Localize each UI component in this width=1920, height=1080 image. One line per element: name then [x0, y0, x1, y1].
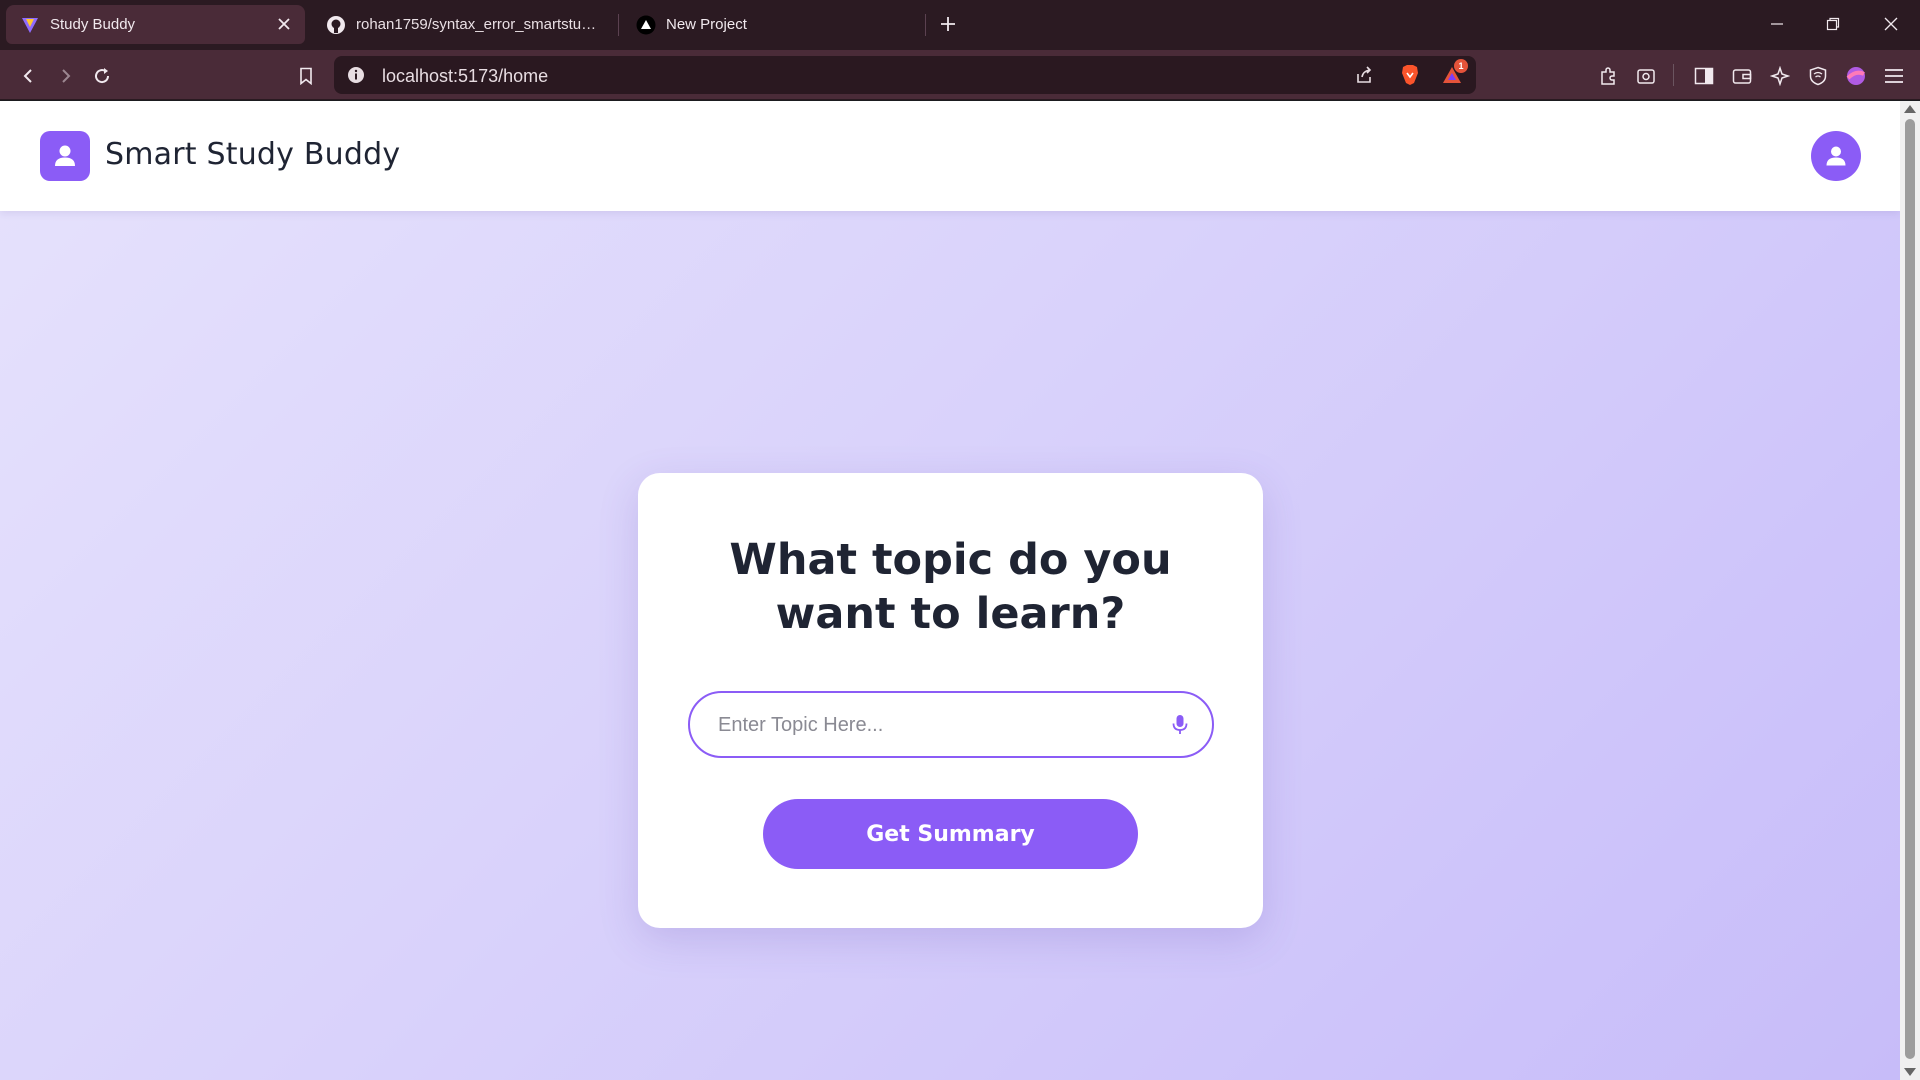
sidebar-icon[interactable]: [1690, 62, 1718, 90]
user-avatar-button[interactable]: [1811, 131, 1861, 181]
tab-new-project[interactable]: New Project: [628, 5, 928, 44]
user-icon: [55, 145, 75, 166]
vercel-icon: [636, 15, 656, 35]
reload-button[interactable]: [88, 62, 116, 90]
brave-shield-icon[interactable]: [1398, 63, 1422, 87]
app-header: Smart Study Buddy: [0, 101, 1900, 211]
tab-github[interactable]: rohan1759/syntax_error_smartstudybuddy: [318, 5, 618, 44]
user-icon: [1826, 146, 1846, 166]
address-bar[interactable]: localhost:5173/home 1: [334, 56, 1476, 94]
close-icon[interactable]: [275, 15, 293, 33]
screenshot-icon[interactable]: [1632, 62, 1660, 90]
tab-title: rohan1759/syntax_error_smartstudybuddy: [356, 16, 601, 33]
minimize-button[interactable]: [1762, 10, 1792, 38]
card-heading: What topic do you want to learn?: [729, 535, 1172, 639]
topic-input[interactable]: [718, 707, 1138, 743]
tab-study-buddy[interactable]: Study Buddy: [6, 5, 305, 44]
tab-title: Study Buddy: [50, 16, 136, 33]
scroll-up-arrow-icon[interactable]: [1904, 105, 1916, 113]
back-button[interactable]: [14, 62, 42, 90]
microphone-icon[interactable]: [1168, 713, 1192, 737]
topic-card: What topic do you want to learn? Get Sum…: [638, 473, 1263, 928]
close-window-button[interactable]: [1876, 10, 1906, 38]
forward-button[interactable]: [52, 62, 80, 90]
page-scrollbar[interactable]: [1900, 101, 1920, 1080]
topic-input-wrapper[interactable]: [688, 691, 1214, 758]
extensions-icon[interactable]: [1594, 62, 1622, 90]
leo-ai-icon[interactable]: [1766, 62, 1794, 90]
new-tab-button[interactable]: [936, 12, 960, 36]
site-info-icon[interactable]: [346, 65, 366, 85]
tab-title: New Project: [666, 16, 747, 33]
get-summary-button[interactable]: Get Summary: [763, 799, 1138, 869]
tab-separator: [925, 14, 926, 36]
restore-button[interactable]: [1818, 10, 1848, 38]
github-icon: [326, 15, 346, 35]
menu-icon[interactable]: [1880, 62, 1908, 90]
wallet-icon[interactable]: [1728, 62, 1756, 90]
tab-separator: [618, 14, 619, 36]
browser-tab-bar: Study Buddy rohan1759/syntax_error_smart…: [0, 0, 1920, 50]
app-title: Smart Study Buddy: [105, 137, 401, 172]
url-text: localhost:5173/home: [382, 66, 549, 86]
vpn-icon[interactable]: [1804, 62, 1832, 90]
scroll-down-arrow-icon[interactable]: [1904, 1068, 1916, 1076]
app-logo: [40, 131, 90, 181]
vite-icon: [20, 15, 40, 35]
profile-icon[interactable]: [1842, 62, 1870, 90]
page-viewport: Smart Study Buddy What topic do you want…: [0, 101, 1900, 1080]
brave-rewards-icon[interactable]: 1: [1440, 59, 1468, 87]
bookmark-icon[interactable]: [292, 62, 320, 90]
toolbar-divider: [1673, 64, 1674, 86]
notification-badge: 1: [1454, 59, 1468, 73]
scroll-thumb[interactable]: [1905, 119, 1915, 1059]
share-icon[interactable]: [1352, 63, 1376, 87]
browser-toolbar: localhost:5173/home 1: [0, 50, 1920, 100]
